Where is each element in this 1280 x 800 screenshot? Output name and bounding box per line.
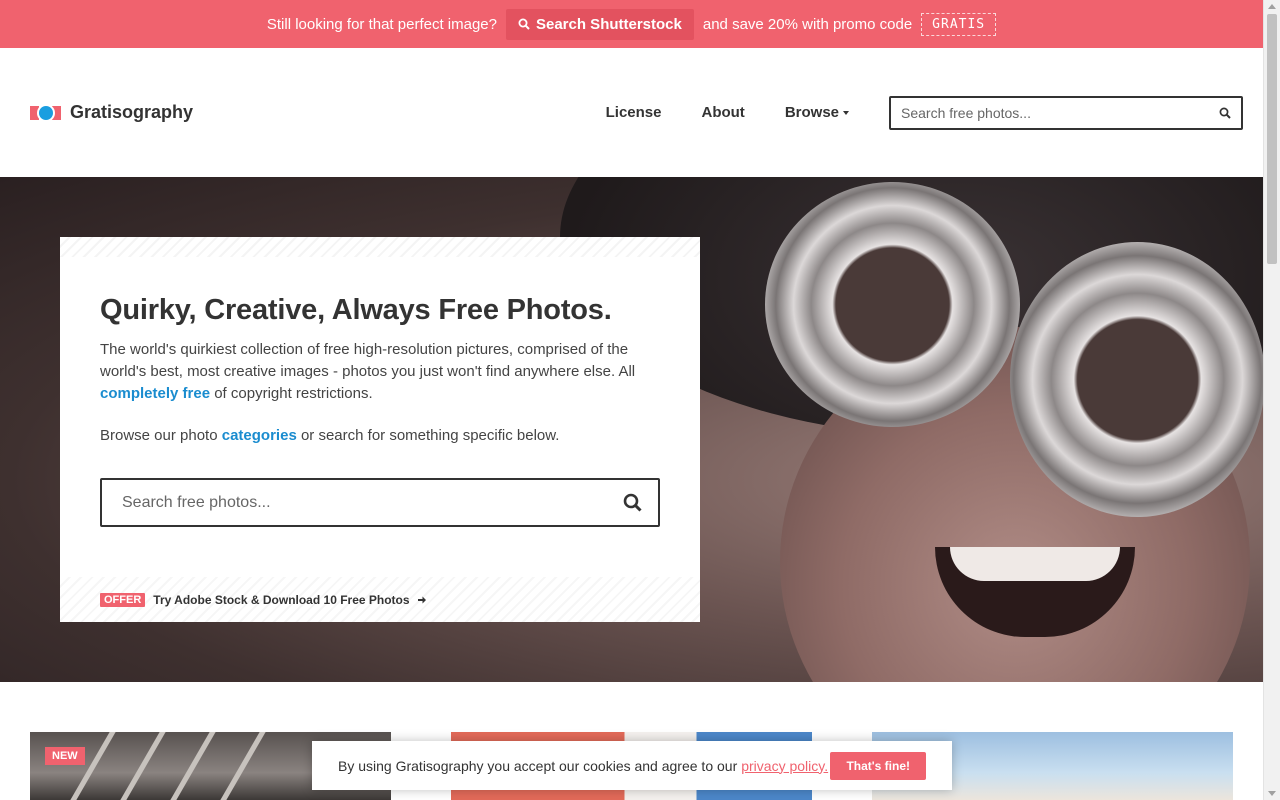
search-shutterstock-label: Search Shutterstock <box>535 15 682 33</box>
hero-search-input[interactable] <box>122 493 623 512</box>
adobe-offer-link[interactable]: OFFER Try Adobe Stock & Download 10 Free… <box>60 577 700 622</box>
main-nav: License About Browse <box>566 104 849 121</box>
scrollbar-thumb[interactable] <box>1267 14 1277 264</box>
accept-cookies-button[interactable]: That's fine! <box>830 751 926 780</box>
nav-browse[interactable]: Browse <box>785 104 849 121</box>
nav-license[interactable]: License <box>606 104 662 121</box>
completely-free-link[interactable]: completely free <box>100 385 210 402</box>
scrollbar[interactable] <box>1263 0 1280 800</box>
new-badge: NEW <box>45 747 85 765</box>
header-search-box <box>889 95 1243 130</box>
cookie-text: By using Gratisography you accept our co… <box>338 757 738 774</box>
cookie-banner: By using Gratisography you accept our co… <box>312 741 952 790</box>
hero-search-box <box>100 478 660 527</box>
nav-about[interactable]: About <box>701 104 744 121</box>
scroll-up-icon[interactable] <box>1268 4 1276 9</box>
promo-tail-text: and save 20% with promo code <box>702 15 913 33</box>
hero-card: Quirky, Creative, Always Free Photos. Th… <box>60 237 700 622</box>
promo-bar: Still looking for that perfect image? Se… <box>0 0 1263 48</box>
offer-text: Try Adobe Stock & Download 10 Free Photo… <box>153 592 410 607</box>
arrow-right-icon <box>417 596 426 603</box>
categories-link[interactable]: categories <box>222 427 297 444</box>
scroll-down-icon[interactable] <box>1268 791 1276 796</box>
privacy-policy-link[interactable]: privacy policy. <box>741 758 828 774</box>
search-icon[interactable] <box>1219 107 1231 119</box>
logo-icon <box>30 103 61 122</box>
hero-title: Quirky, Creative, Always Free Photos. <box>100 294 612 326</box>
nav-browse-label: Browse <box>784 104 839 121</box>
promo-code[interactable]: GRATIS <box>921 12 997 36</box>
offer-badge: OFFER <box>100 592 146 607</box>
search-icon[interactable] <box>623 493 642 512</box>
search-shutterstock-button[interactable]: Search Shutterstock <box>505 8 694 40</box>
site-header: Gratisography License About Browse <box>0 48 1263 177</box>
search-icon <box>518 18 530 30</box>
header-search-input[interactable] <box>901 104 1219 121</box>
promo-lead-text: Still looking for that perfect image? <box>266 15 497 33</box>
hero-description: The world's quirkiest collection of free… <box>100 341 636 402</box>
logo-link[interactable]: Gratisography <box>30 102 193 123</box>
logo-text: Gratisography <box>70 102 194 122</box>
hero-section: Quirky, Creative, Always Free Photos. Th… <box>0 177 1263 682</box>
hero-browse-text: Browse our photo categories or search fo… <box>100 427 560 444</box>
caret-down-icon <box>843 110 849 115</box>
